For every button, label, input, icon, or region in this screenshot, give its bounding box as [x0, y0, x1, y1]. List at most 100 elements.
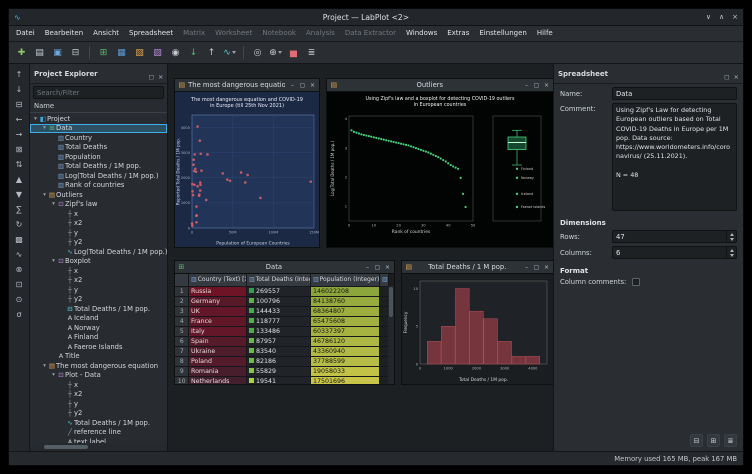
menu-hilfe[interactable]: Hilfe: [532, 26, 558, 41]
row-number-cell[interactable]: 4: [175, 316, 189, 327]
more-options-button-icon[interactable]: ≣: [724, 434, 737, 447]
equation-scatter-plot[interactable]: 0 50M 100M 150M01000200030004000The most da…: [175, 92, 320, 247]
tree-item-plot-data[interactable]: ▾ ⊡ Plot - Data: [30, 371, 167, 381]
deaths-cell[interactable]: 55829: [246, 366, 311, 377]
country-cell[interactable]: Italy: [188, 326, 247, 337]
zoom-mode-icon[interactable]: ⊕: [267, 44, 284, 61]
country-cell[interactable]: Romania: [188, 366, 247, 377]
import-data-icon[interactable]: ↓: [185, 44, 202, 61]
spinner-arrows[interactable]: [726, 247, 736, 258]
spin-up-icon[interactable]: [729, 248, 734, 252]
deaths-cell[interactable]: 144433: [246, 306, 311, 317]
empty-cell[interactable]: [379, 296, 389, 307]
close-dock-button-icon[interactable]: ×: [158, 73, 163, 81]
restore-window-button-icon[interactable]: ▢: [298, 82, 306, 89]
row-number-cell[interactable]: 10: [175, 376, 189, 384]
spin-up-icon[interactable]: [729, 232, 734, 236]
row-number-cell[interactable]: 2: [175, 296, 189, 307]
float-dock-button-icon[interactable]: ◻: [724, 73, 729, 81]
float-dock-button-icon[interactable]: ◻: [149, 73, 154, 81]
tree-item-faeroe-islands[interactable]: A Faeroe Islands: [30, 342, 167, 352]
tree-item-y[interactable]: ┼ y: [30, 399, 167, 409]
close-window-button-icon[interactable]: ×: [383, 264, 391, 271]
remove-rows-icon[interactable]: ⊟: [12, 97, 27, 111]
column-header-partial[interactable]: ▥: [379, 274, 389, 287]
population-cell[interactable]: 60337397: [310, 326, 380, 337]
insert-row-below-icon[interactable]: ↓: [12, 82, 27, 96]
row-number-cell[interactable]: 7: [175, 346, 189, 357]
new-matrix-icon[interactable]: ▦: [113, 44, 130, 61]
insert-column-left-icon[interactable]: ←: [12, 112, 27, 126]
deaths-cell[interactable]: 133486: [246, 326, 311, 337]
empty-cell[interactable]: [379, 306, 389, 317]
new-notebook-icon[interactable]: ▨: [149, 44, 166, 61]
new-worksheet-icon[interactable]: ▧: [131, 44, 148, 61]
menu-ansicht[interactable]: Ansicht: [88, 26, 124, 41]
dropdown-arrow-icon[interactable]: [231, 51, 236, 54]
menu-notebook[interactable]: Notebook: [257, 26, 301, 41]
restore-window-button-icon[interactable]: ▢: [373, 264, 381, 271]
outliers-window-titlebar[interactable]: ▤ Outliers – ▢ ×: [327, 79, 553, 92]
tree-item-y2[interactable]: ┼ y2: [30, 409, 167, 419]
deaths-cell[interactable]: 87957: [246, 336, 311, 347]
deaths-cell[interactable]: 269557: [246, 286, 311, 297]
menu-datei[interactable]: Datei: [11, 26, 40, 41]
expand-arrow-icon[interactable]: ▾: [41, 125, 48, 131]
equation-window-titlebar[interactable]: ▤ The most dangerous equation – ▢ ×: [175, 79, 320, 92]
country-cell[interactable]: Germany: [188, 296, 247, 307]
empty-cell[interactable]: [379, 326, 389, 337]
search-icon[interactable]: ⊙: [12, 292, 27, 306]
statistics-icon[interactable]: ∑: [12, 202, 27, 216]
menu-matrix[interactable]: Matrix: [178, 26, 210, 41]
empty-cell[interactable]: [379, 366, 389, 377]
tree-item-title[interactable]: A Title: [30, 352, 167, 362]
tree-item-log-total-deaths-1m-pop[interactable]: ∿ Log(Total Deaths / 1M pop.): [30, 247, 167, 257]
menu-windows[interactable]: Windows: [401, 26, 442, 41]
population-cell[interactable]: 19058033: [310, 366, 380, 377]
row-number-cell[interactable]: 8: [175, 356, 189, 367]
close-window-button-icon[interactable]: ×: [308, 82, 316, 89]
tree-item-boxplot[interactable]: ▾ ⊡ Boxplot: [30, 257, 167, 267]
minimize-window-button-icon[interactable]: –: [363, 264, 371, 271]
expand-arrow-icon[interactable]: ▾: [50, 372, 57, 378]
close-window-button-icon[interactable]: ×: [542, 82, 550, 89]
menu-spreadsheet[interactable]: Spreadsheet: [124, 26, 178, 41]
add-chart-icon[interactable]: ▅: [285, 44, 302, 61]
explorer-horizontal-scrollbar[interactable]: [30, 443, 168, 451]
navigate-mode-icon[interactable]: ◎: [249, 44, 266, 61]
collapse-all-button-icon[interactable]: ⊟: [690, 434, 703, 447]
dropdown-arrow-icon[interactable]: [277, 51, 282, 54]
name-field[interactable]: [612, 87, 737, 100]
row-number-cell[interactable]: 9: [175, 366, 189, 377]
new-plot-icon[interactable]: ∿: [221, 44, 238, 61]
expand-arrow-icon[interactable]: ▾: [32, 116, 39, 122]
minimize-button-icon[interactable]: ∨: [706, 13, 711, 21]
new-spreadsheet-icon[interactable]: ⊞: [95, 44, 112, 61]
tree-item-total-deaths-1m-pop[interactable]: ∿ Total Deaths / 1M pop.: [30, 418, 167, 428]
country-cell[interactable]: Poland: [188, 356, 247, 367]
save-project-icon[interactable]: ▣: [49, 44, 66, 61]
tree-item-total-deaths-1m-pop[interactable]: ⊟ Total Deaths / 1M pop.: [30, 304, 167, 314]
column-header-population-integer-y[interactable]: ▥Population (Integer) [Y]: [310, 274, 380, 287]
minimize-window-button-icon[interactable]: –: [522, 264, 530, 271]
spinner-arrows[interactable]: [726, 231, 736, 242]
row-number-cell[interactable]: 3: [175, 306, 189, 317]
comment-field[interactable]: Using Zipf's Law for detecting European …: [612, 103, 737, 211]
tree-item-total-deaths[interactable]: ▥ Total Deaths: [30, 143, 167, 153]
population-cell[interactable]: 43360940: [310, 346, 380, 357]
tree-item-rank-of-countries[interactable]: ▥ Rank of countries: [30, 181, 167, 191]
tree-item-country[interactable]: ▥ Country: [30, 133, 167, 143]
titlebar[interactable]: ∿ Project — LabPlot <2> ∨ ∧ ×: [9, 9, 743, 26]
rows-spinbox[interactable]: 47: [612, 230, 737, 243]
mask-values-icon[interactable]: ▩: [12, 232, 27, 246]
empty-cell[interactable]: [379, 356, 389, 367]
country-cell[interactable]: Russia: [188, 286, 247, 297]
tree-item-x2[interactable]: ┼ x2: [30, 390, 167, 400]
menu-bearbeiten[interactable]: Bearbeiten: [40, 26, 88, 41]
tree-item-x2[interactable]: ┼ x2: [30, 276, 167, 286]
equation-worksheet-canvas[interactable]: 0 50M 100M 150M 0 1000 2000 3000 4000 The most da…: [175, 92, 320, 247]
tree-item-iceland[interactable]: A Iceland: [30, 314, 167, 324]
tree-item-log-total-deaths-1m-pop[interactable]: ▥ Log(Total Deaths / 1M pop.): [30, 171, 167, 181]
tree-item-reference-line[interactable]: ╱ reference line: [30, 428, 167, 438]
restore-window-button-icon[interactable]: ▢: [532, 264, 540, 271]
